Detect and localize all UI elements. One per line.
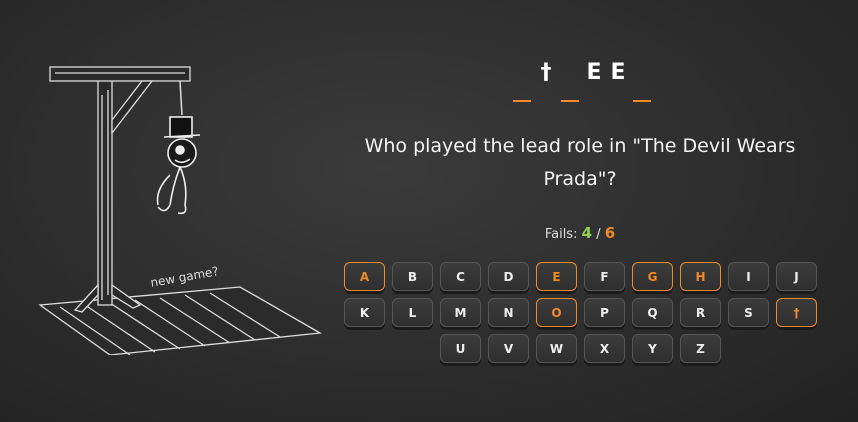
letter-key[interactable]: K — [344, 298, 385, 327]
keyboard-row: K L M N O P Q R S † — [344, 298, 819, 327]
word-slot — [561, 58, 579, 102]
keyboard-row: ABCDEFGHIJ — [344, 262, 819, 291]
letter-key[interactable]: M — [440, 298, 481, 327]
word-slot: E — [609, 58, 627, 102]
letter-key[interactable]: J — [776, 262, 817, 291]
question-text: Who played the lead role in "The Devil W… — [364, 135, 796, 190]
word-slot-underline — [513, 100, 531, 102]
gallows-platform — [38, 286, 323, 355]
word-slot-underline — [633, 100, 651, 102]
word-slot-letter: E — [610, 60, 626, 85]
fails-max: 6 — [604, 224, 616, 242]
word-display: † E E — [512, 58, 652, 106]
letter-key[interactable]: I — [728, 262, 769, 291]
fails-current: 4 — [581, 224, 593, 242]
letter-key[interactable]: S — [728, 298, 769, 327]
letter-key[interactable]: F — [584, 262, 625, 291]
letter-key[interactable]: R — [680, 298, 721, 327]
fails-counter: Fails: 4 / 6 — [500, 224, 660, 242]
word-slot: E — [585, 58, 603, 102]
word-slot-letter: E — [586, 60, 602, 85]
fails-separator: / — [596, 227, 601, 242]
letter-key[interactable]: A — [344, 262, 385, 291]
letter-key[interactable]: V — [488, 334, 529, 363]
gallows-illustration — [38, 66, 323, 355]
letter-key[interactable]: Z — [680, 334, 721, 363]
letter-keyboard: A B C D E F G H I J K L M N O P Q R S † U V W X Y Z — [344, 262, 819, 370]
letter-key[interactable]: X — [584, 334, 625, 363]
letter-key[interactable]: Q — [632, 298, 673, 327]
letter-key[interactable]: Y — [632, 334, 673, 363]
letter-key[interactable]: U — [440, 334, 481, 363]
letter-key[interactable]: P — [584, 298, 625, 327]
hangman-figure — [156, 116, 201, 215]
letter-key[interactable]: W — [536, 334, 577, 363]
letter-key[interactable]: L — [392, 298, 433, 327]
word-slot-underline — [561, 100, 579, 102]
letter-key[interactable]: H — [680, 262, 721, 291]
word-slot-letter: † — [540, 60, 552, 85]
word-slot: † — [537, 58, 555, 102]
letter-key[interactable]: N — [488, 298, 529, 327]
letter-key[interactable]: D — [488, 262, 529, 291]
rope — [179, 80, 183, 116]
word-slot — [513, 58, 531, 102]
letter-key[interactable]: B — [392, 262, 433, 291]
letter-key[interactable]: E — [536, 262, 577, 291]
letter-key[interactable]: G — [632, 262, 673, 291]
letter-key[interactable]: C — [440, 262, 481, 291]
letter-key[interactable]: † — [776, 298, 817, 327]
keyboard-row: UVWXYZ — [344, 334, 819, 363]
word-slot — [633, 58, 651, 102]
fails-label: Fails: — [544, 227, 578, 242]
letter-key[interactable]: O — [536, 298, 577, 327]
